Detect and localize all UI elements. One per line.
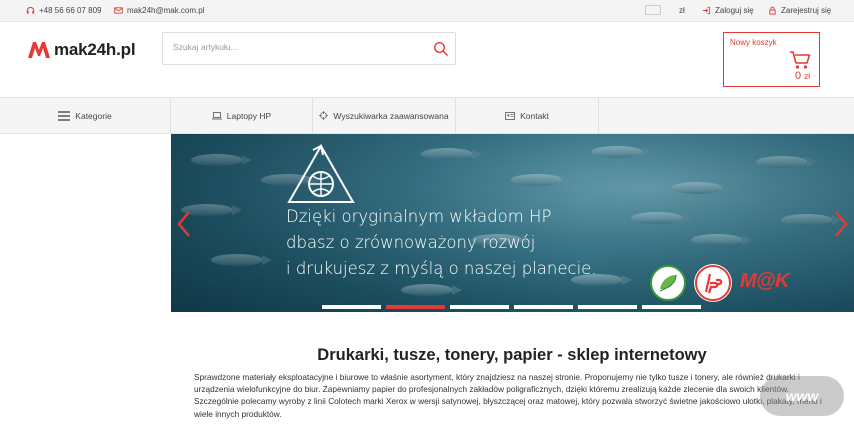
nav-advanced-search-label: Wyszukiwarka zaawansowana xyxy=(333,110,449,121)
mak-brand-logo: M@K xyxy=(740,270,790,292)
phone-link[interactable]: +48 56 66 07 809 xyxy=(26,6,102,15)
hamburger-icon xyxy=(58,110,71,121)
slider-dot[interactable] xyxy=(642,305,701,309)
hp-logo xyxy=(694,264,732,302)
watermark-badge: www xyxy=(760,376,844,416)
slider-prev-arrow-icon[interactable] xyxy=(176,210,192,238)
banner-line-2: dbasz o zrównoważony rozwój xyxy=(286,233,536,252)
site-logo[interactable]: mak24h.pl xyxy=(27,40,136,60)
phone-number: +48 56 66 07 809 xyxy=(39,6,102,15)
banner-line-3: i drukujesz z myślą o naszej planecie. xyxy=(286,259,597,278)
nav-advanced-search[interactable]: Wyszukiwarka zaawansowana xyxy=(313,98,456,133)
login-label: Zaloguj się xyxy=(715,6,754,15)
cart-label: Nowy koszyk xyxy=(730,38,777,47)
search-input[interactable] xyxy=(173,42,423,52)
page-heading: Drukarki, tusze, tonery, papier - sklep … xyxy=(317,346,707,364)
email-address: mak24h@mak.com.pl xyxy=(127,6,205,15)
email-link[interactable]: mak24h@mak.com.pl xyxy=(114,6,204,15)
envelope-icon xyxy=(114,7,123,14)
slider-pagination xyxy=(322,305,701,309)
laptop-icon xyxy=(211,111,222,119)
top-bar: +48 56 66 07 809 mak24h@mak.com.pl zł Za… xyxy=(0,0,854,22)
cart-currency: zł xyxy=(804,72,810,81)
eco-certificate-badge xyxy=(650,265,686,301)
login-icon xyxy=(702,6,711,15)
intro-paragraph: Sprawdzone materiały eksploatacyjne i bi… xyxy=(194,372,822,419)
slider-next-arrow-icon[interactable] xyxy=(833,210,849,238)
contact-card-icon xyxy=(505,111,516,120)
slider-dot[interactable] xyxy=(450,305,509,309)
cart-total: 0 zł xyxy=(795,70,810,82)
nav-categories-label: Kategorie xyxy=(75,110,112,121)
login-link[interactable]: Zaloguj się xyxy=(702,6,754,15)
slider-dot[interactable] xyxy=(322,305,381,309)
nav-laptops-label: Laptopy HP xyxy=(226,110,272,121)
nav-categories[interactable]: Kategorie xyxy=(0,98,171,133)
main-nav: Kategorie Laptopy HP Wyszukiwarka zaawan… xyxy=(0,97,854,134)
leaf-icon xyxy=(659,274,677,292)
banner-headline: Dzięki oryginalnym wkładom HP dbasz o zr… xyxy=(286,204,597,282)
headset-icon xyxy=(26,6,35,14)
recycle-globe-icon xyxy=(287,143,355,203)
hero-banner[interactable]: Dzięki oryginalnym wkładom HP dbasz o zr… xyxy=(171,134,854,312)
crosshair-icon xyxy=(319,111,329,120)
language-flag-pl[interactable] xyxy=(645,5,661,15)
slider-dot[interactable] xyxy=(514,305,573,309)
hp-logo-mark-icon xyxy=(695,265,731,301)
search-icon[interactable] xyxy=(433,41,449,57)
nav-contact[interactable]: Kontakt xyxy=(456,98,599,133)
cart-icon xyxy=(790,51,811,69)
nav-laptops-hp[interactable]: Laptopy HP xyxy=(171,98,313,133)
logo-text: mak24h.pl xyxy=(54,40,136,59)
search-box xyxy=(162,32,456,65)
lock-icon xyxy=(769,6,776,15)
slider-dot[interactable] xyxy=(578,305,637,309)
slider-dot-active[interactable] xyxy=(386,305,445,309)
cart-amount: 0 xyxy=(795,70,802,82)
logo-m-icon xyxy=(28,42,50,58)
register-link[interactable]: Zarejestruj się xyxy=(768,6,831,15)
nav-contact-label: Kontakt xyxy=(520,110,549,121)
cart-widget[interactable]: Nowy koszyk 0 zł xyxy=(723,32,820,87)
currency-selector[interactable]: zł xyxy=(679,6,685,15)
banner-line-1: Dzięki oryginalnym wkładom HP xyxy=(286,207,552,226)
register-label: Zarejestruj się xyxy=(781,6,832,15)
